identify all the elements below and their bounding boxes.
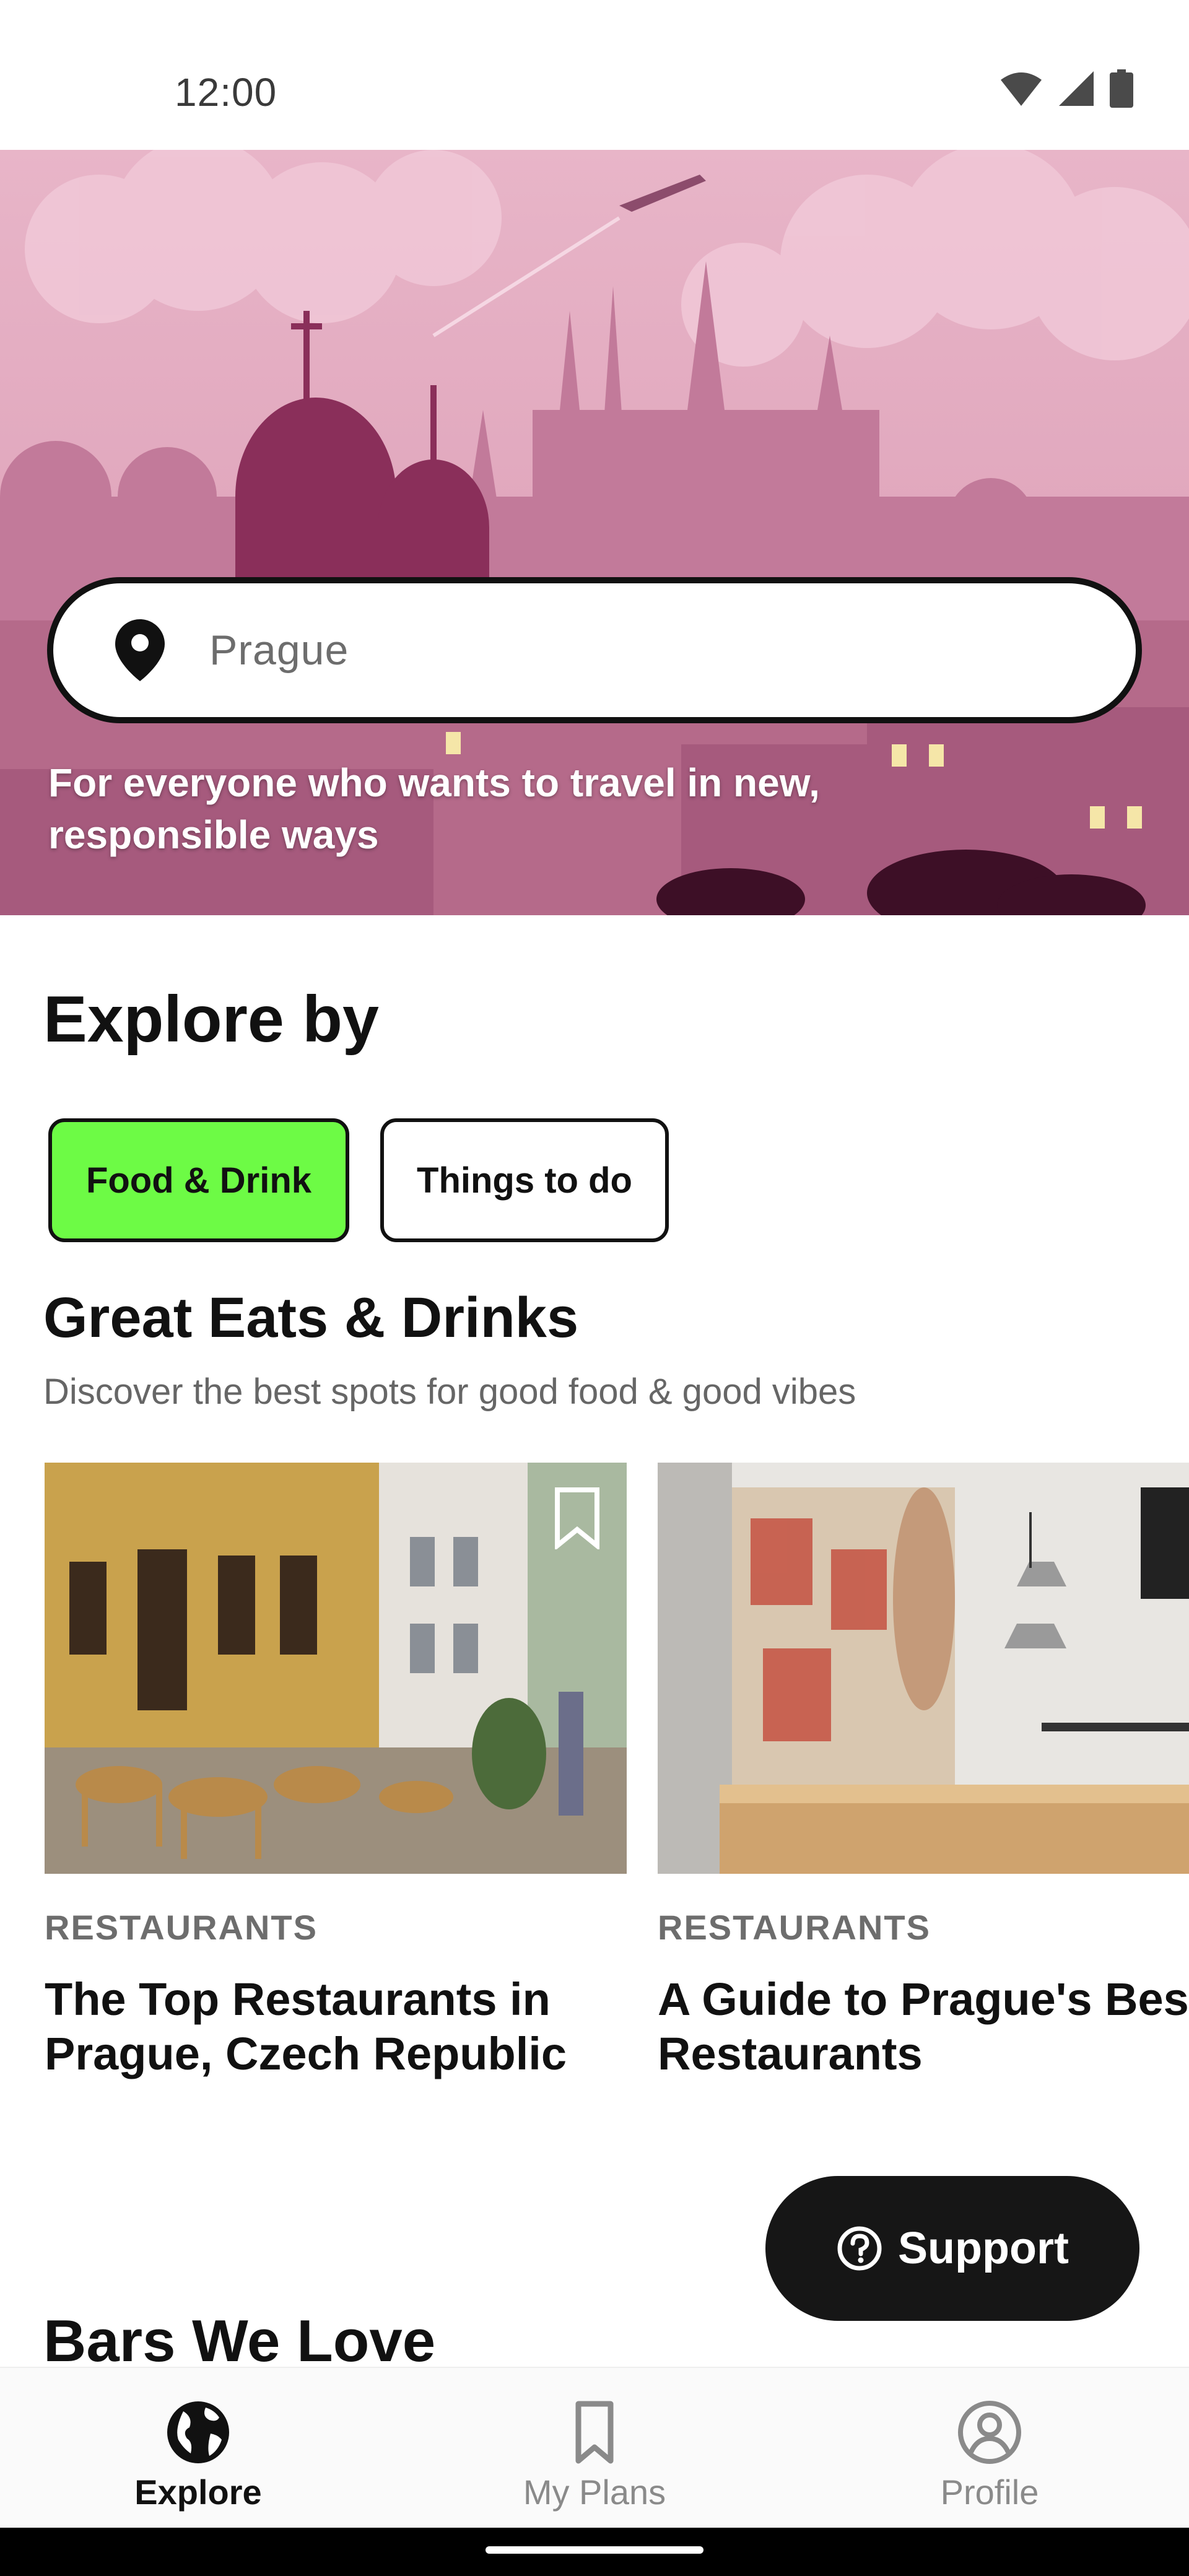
home-gesture-handle[interactable] xyxy=(486,2546,703,2554)
help-circle-icon xyxy=(837,2226,882,2271)
chip-food-drink[interactable]: Food & Drink xyxy=(48,1118,349,1242)
status-time: 12:00 xyxy=(175,70,277,115)
signal-icon xyxy=(1059,71,1094,106)
article-card[interactable]: RESTAURANTS A Guide to Prague's Best Res… xyxy=(658,1463,1189,2081)
nav-explore[interactable]: Explore xyxy=(74,2399,322,2512)
article-category: RESTAURANTS xyxy=(45,1908,318,1947)
nav-label: Profile xyxy=(940,2473,1039,2512)
support-button[interactable]: Support xyxy=(765,2176,1139,2321)
explore-by-heading: Explore by xyxy=(43,983,379,1056)
search-value: Prague xyxy=(209,627,349,674)
wifi-icon xyxy=(1001,72,1042,106)
location-pin-icon xyxy=(115,619,165,681)
article-image xyxy=(45,1463,627,1874)
article-title[interactable]: The Top Restaurants in Prague, Czech Rep… xyxy=(45,1972,602,2081)
article-category: RESTAURANTS xyxy=(658,1908,931,1947)
bars-we-love-heading: Bars We Love xyxy=(43,2308,436,2374)
status-icons xyxy=(1000,69,1133,108)
chip-label: Things to do xyxy=(417,1160,632,1201)
profile-icon xyxy=(958,2401,1021,2464)
location-search-input[interactable]: Prague xyxy=(47,577,1142,723)
nav-label: Explore xyxy=(134,2473,262,2512)
restaurant-interior-photo xyxy=(658,1463,1189,1874)
nav-profile[interactable]: Profile xyxy=(866,2399,1113,2512)
system-gesture-bar xyxy=(0,2528,1189,2576)
hero-banner: Prague For everyone who wants to travel … xyxy=(0,150,1189,915)
chip-label: Food & Drink xyxy=(85,1160,312,1201)
bottom-navigation: Explore My Plans Profile xyxy=(0,2367,1189,2528)
globe-icon xyxy=(167,2401,229,2463)
restaurant-street-photo xyxy=(45,1463,627,1874)
article-card[interactable]: RESTAURANTS The Top Restaurants in Pragu… xyxy=(45,1463,627,2081)
article-image xyxy=(658,1463,1189,1874)
bookmark-icon[interactable] xyxy=(552,1487,602,1549)
nav-my-plans[interactable]: My Plans xyxy=(471,2399,718,2512)
support-label: Support xyxy=(898,2224,1069,2273)
hero-tagline: For everyone who wants to travel in new,… xyxy=(48,760,820,857)
chip-things-to-do[interactable]: Things to do xyxy=(380,1118,669,1242)
bookmark-icon xyxy=(575,2401,614,2464)
great-eats-heading: Great Eats & Drinks xyxy=(43,1286,579,1349)
article-title[interactable]: A Guide to Prague's Best Restaurants xyxy=(658,1972,1189,2081)
status-bar: 12:00 xyxy=(0,0,1189,150)
great-eats-subtitle: Discover the best spots for good food & … xyxy=(43,1372,856,1412)
nav-label: My Plans xyxy=(523,2473,666,2512)
battery-icon xyxy=(1110,69,1133,108)
